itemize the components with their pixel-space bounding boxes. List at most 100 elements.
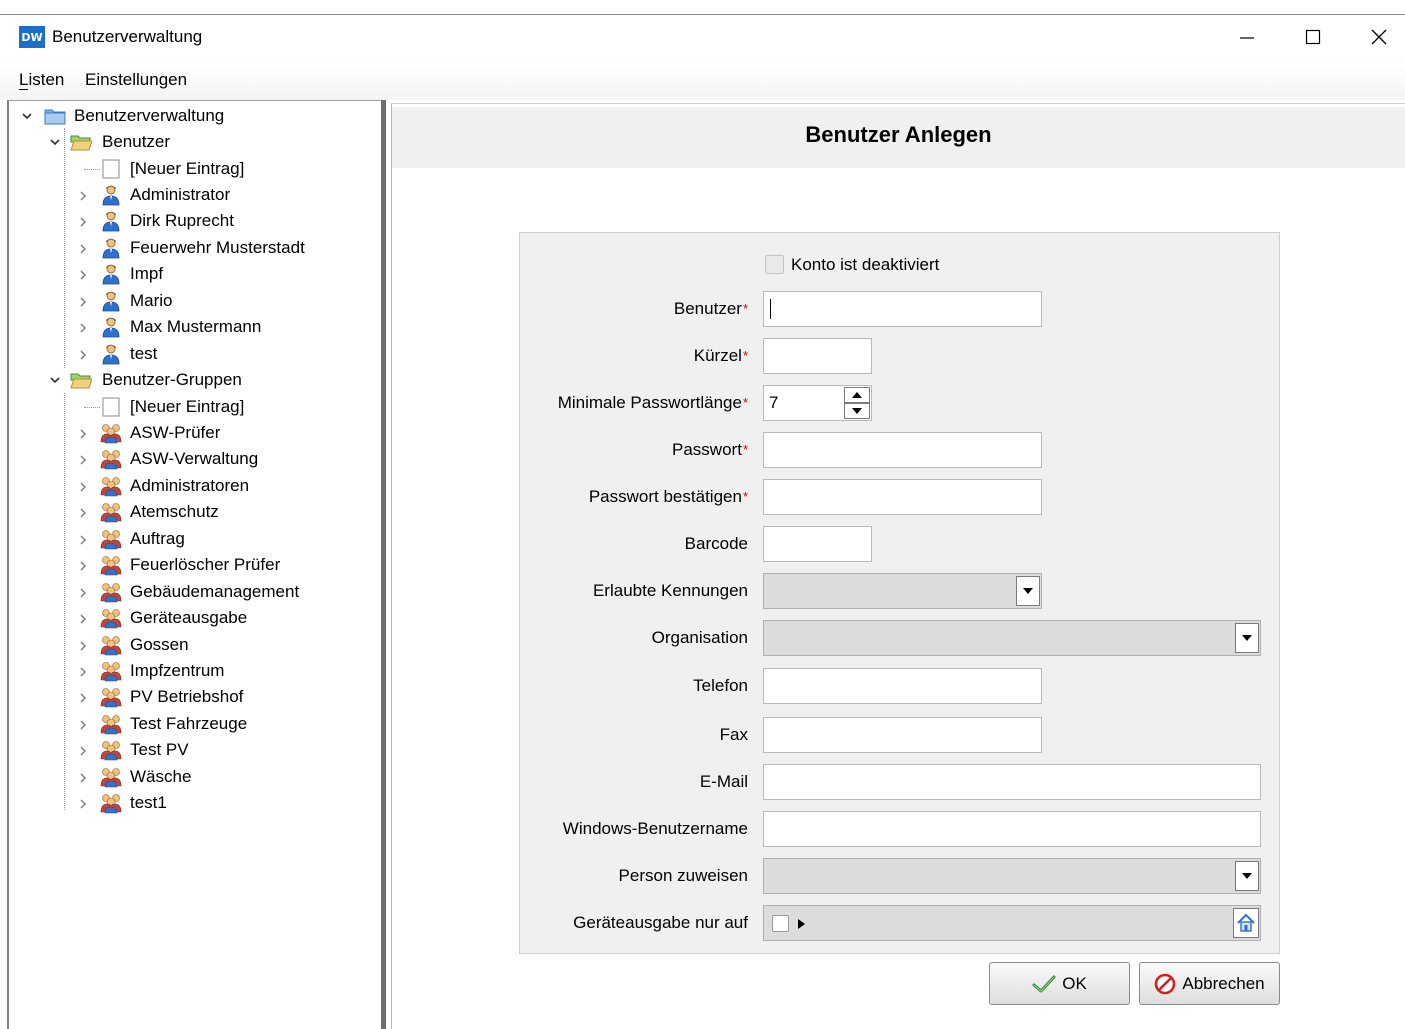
kuerzel-input[interactable] bbox=[763, 338, 872, 374]
arrow-up-icon bbox=[852, 392, 862, 398]
chevron-right-icon[interactable] bbox=[76, 771, 90, 785]
tree-item-label: Geräteausgabe bbox=[130, 608, 248, 627]
tree-item-label: Atemschutz bbox=[130, 502, 219, 521]
chevron-right-icon[interactable] bbox=[76, 691, 90, 705]
user-icon bbox=[100, 290, 122, 312]
tree-item-label: ASW-Prüfer bbox=[130, 423, 221, 442]
user-icon bbox=[100, 184, 122, 206]
tree-item-label: Administrator bbox=[130, 185, 231, 204]
tree-connector bbox=[84, 169, 100, 170]
chevron-right-icon[interactable] bbox=[76, 639, 90, 653]
password-input[interactable] bbox=[763, 432, 1042, 468]
tree-item-label: Feuerwehr Musterstadt bbox=[130, 238, 305, 257]
user-group-icon bbox=[100, 448, 122, 470]
tree-item-label: Max Mustermann bbox=[130, 317, 262, 336]
menu-einstellungen[interactable]: Einstellungen bbox=[85, 70, 187, 90]
chevron-right-icon[interactable] bbox=[76, 797, 90, 811]
email-label: E-Mail bbox=[699, 772, 748, 791]
chevron-right-icon[interactable] bbox=[76, 295, 90, 309]
barcode-input[interactable] bbox=[763, 526, 872, 562]
benutzer-label: Benutzer* bbox=[674, 299, 748, 319]
min-password-length-label: Minimale Passwortlänge* bbox=[558, 393, 748, 413]
menu-bar bbox=[0, 60, 1405, 100]
device-issue-checkbox[interactable] bbox=[772, 915, 789, 932]
user-group-icon bbox=[100, 581, 122, 603]
min-password-length-label-text: Minimale Passwortlänge bbox=[557, 393, 742, 412]
minimize-button[interactable] bbox=[1216, 15, 1278, 59]
spin-up-button[interactable] bbox=[844, 387, 870, 403]
benutzer-label-text: Benutzer bbox=[673, 299, 742, 318]
chevron-right-icon[interactable] bbox=[76, 718, 90, 732]
deactivated-checkbox[interactable] bbox=[765, 255, 784, 274]
tree-item-label: Impf bbox=[130, 264, 164, 283]
allowed-ids-dropdown[interactable] bbox=[763, 573, 1042, 609]
chevron-down-icon[interactable] bbox=[48, 373, 62, 387]
device-issue-selector[interactable] bbox=[763, 905, 1261, 941]
tree-item-label: Impfzentrum bbox=[130, 661, 225, 680]
required-marker: * bbox=[742, 301, 748, 316]
spin-down-button[interactable] bbox=[844, 403, 870, 419]
chevron-right-icon[interactable] bbox=[76, 586, 90, 600]
chevron-right-icon[interactable] bbox=[76, 215, 90, 229]
check-icon bbox=[1032, 975, 1056, 992]
chevron-right-icon[interactable] bbox=[76, 321, 90, 335]
windows-username-input[interactable] bbox=[763, 811, 1261, 847]
dropdown-button[interactable] bbox=[1235, 861, 1259, 891]
telefon-input[interactable] bbox=[763, 668, 1042, 704]
chevron-down-icon[interactable] bbox=[20, 109, 34, 123]
home-icon bbox=[1237, 913, 1255, 932]
chevron-right-icon[interactable] bbox=[76, 559, 90, 573]
maximize-button[interactable] bbox=[1282, 15, 1344, 59]
chevron-down-icon bbox=[1242, 873, 1252, 879]
chevron-right-icon[interactable] bbox=[76, 533, 90, 547]
tree-item-label: Mario bbox=[130, 291, 173, 310]
user-group-icon bbox=[100, 528, 122, 550]
telefon-label: Telefon bbox=[693, 676, 748, 695]
menu-listen[interactable]: Listen bbox=[19, 70, 64, 90]
min-password-length-stepper[interactable]: 7 bbox=[763, 385, 872, 421]
organisation-dropdown[interactable] bbox=[763, 620, 1261, 656]
chevron-right-icon[interactable] bbox=[76, 612, 90, 626]
chevron-right-icon[interactable] bbox=[76, 427, 90, 441]
chevron-right-icon[interactable] bbox=[76, 453, 90, 467]
blank-page-icon bbox=[100, 158, 122, 180]
chevron-right-icon[interactable] bbox=[76, 665, 90, 679]
ok-button[interactable]: OK bbox=[989, 962, 1130, 1005]
tree-item-label: PV Betriebshof bbox=[130, 687, 244, 706]
tree-item-label: Auftrag bbox=[130, 529, 185, 548]
user-group-icon bbox=[100, 475, 122, 497]
chevron-right-icon[interactable] bbox=[76, 348, 90, 362]
device-issue-label: Geräteausgabe nur auf bbox=[573, 913, 748, 932]
benutzer-input[interactable] bbox=[763, 291, 1042, 327]
user-icon bbox=[100, 343, 122, 365]
panel-splitter[interactable] bbox=[381, 100, 386, 1029]
folder-icon bbox=[44, 105, 66, 127]
chevron-down-icon[interactable] bbox=[48, 135, 62, 149]
tree-item-label: Gossen bbox=[130, 635, 189, 654]
text-caret bbox=[770, 299, 771, 319]
tree-item-label: [Neuer Eintrag] bbox=[130, 397, 245, 416]
chevron-right-icon[interactable] bbox=[76, 480, 90, 494]
password-confirm-label: Passwort bestätigen* bbox=[589, 487, 748, 507]
cancel-button[interactable]: Abbrechen bbox=[1139, 962, 1280, 1005]
chevron-down-icon bbox=[1023, 588, 1033, 594]
caret-right-icon[interactable] bbox=[798, 919, 805, 929]
fax-input[interactable] bbox=[763, 717, 1042, 753]
email-input[interactable] bbox=[763, 764, 1261, 800]
password-confirm-input[interactable] bbox=[763, 479, 1042, 515]
password-confirm-label-text: Passwort bestätigen bbox=[588, 487, 742, 506]
chevron-right-icon[interactable] bbox=[76, 506, 90, 520]
chevron-right-icon[interactable] bbox=[76, 744, 90, 758]
chevron-right-icon[interactable] bbox=[76, 268, 90, 282]
chevron-right-icon[interactable] bbox=[76, 242, 90, 256]
dropdown-button[interactable] bbox=[1235, 623, 1259, 653]
chevron-right-icon[interactable] bbox=[76, 189, 90, 203]
user-group-icon bbox=[100, 501, 122, 523]
tree-item-label: Feuerlöscher Prüfer bbox=[130, 555, 281, 574]
assign-person-dropdown[interactable] bbox=[763, 858, 1261, 894]
user-icon bbox=[100, 210, 122, 232]
user-group-icon bbox=[100, 739, 122, 761]
dropdown-button[interactable] bbox=[1016, 576, 1040, 606]
home-button[interactable] bbox=[1233, 908, 1259, 938]
close-button[interactable] bbox=[1348, 15, 1405, 59]
